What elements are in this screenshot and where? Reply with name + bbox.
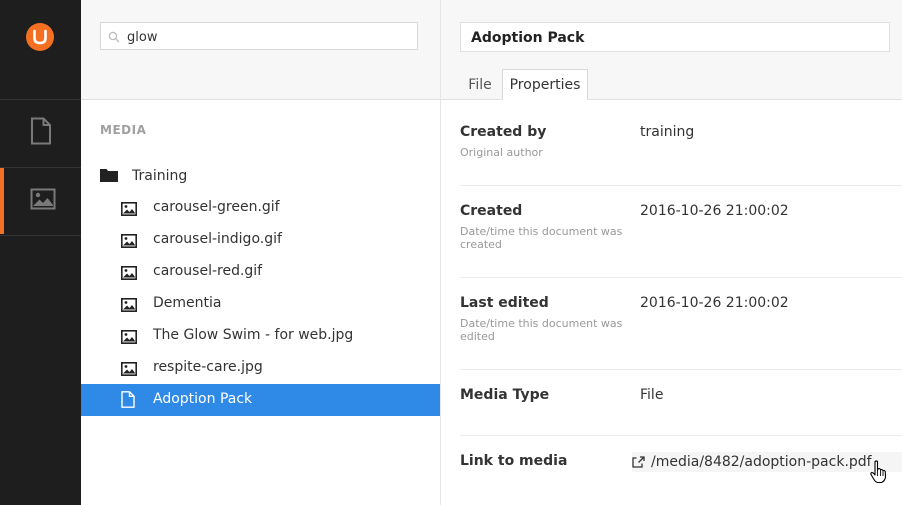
property-label: Created [460, 203, 523, 219]
tree-item[interactable]: carousel-red.gif [81, 256, 440, 288]
property-value: 2016-10-26 21:00:02 [640, 203, 789, 219]
image-icon [121, 297, 137, 316]
name-input[interactable] [469, 27, 873, 49]
media-tree-panel: MEDIA Training carousel-green.gif carouse… [81, 0, 441, 505]
tree-item-label: carousel-indigo.gif [153, 231, 282, 247]
editor-header: File Properties [441, 0, 902, 100]
tree-item[interactable]: Dementia [81, 288, 440, 320]
image-icon [121, 201, 137, 220]
tree-item[interactable]: carousel-indigo.gif [81, 224, 440, 256]
tree-folder-label: Training [132, 168, 188, 184]
tree-section-label: MEDIA [100, 123, 147, 137]
media-link[interactable]: /media/8482/adoption-pack.pdf [632, 452, 902, 472]
rail-divider [0, 235, 81, 236]
tree-item-label: Adoption Pack [153, 391, 253, 407]
media-link-label: /media/8482/adoption-pack.pdf [651, 454, 872, 470]
property-label: Last edited [460, 295, 549, 311]
property-description: Date/time this document was created [460, 225, 623, 251]
umbraco-logo-icon[interactable] [25, 22, 55, 52]
search-icon [108, 31, 120, 43]
property-description: Date/time this document was edited [460, 317, 623, 343]
tree-item[interactable]: Adoption Pack [81, 384, 440, 416]
tree-item-label: The Glow Swim - for web.jpg [153, 327, 354, 343]
property-label: Media Type [460, 387, 550, 403]
tree-item-label: carousel-red.gif [153, 263, 263, 279]
document-icon [30, 117, 52, 149]
section-content[interactable] [0, 100, 81, 166]
property-divider [460, 185, 902, 186]
tree-item[interactable]: The Glow Swim - for web.jpg [81, 320, 440, 352]
search-box[interactable] [100, 22, 418, 50]
tree-item-label: respite-care.jpg [153, 359, 263, 375]
property-value: File [640, 387, 664, 403]
name-field[interactable] [460, 22, 890, 52]
property-value: training [640, 124, 695, 140]
tree-folder-training[interactable]: Training [100, 166, 187, 186]
folder-icon [100, 167, 118, 186]
tree-item-label: carousel-green.gif [153, 199, 280, 215]
editor-panel: File Properties Created by Original auth… [441, 0, 902, 505]
property-label: Link to media [460, 453, 568, 469]
image-icon [121, 361, 137, 380]
property-divider [460, 369, 902, 370]
tree-header [81, 0, 440, 100]
external-link-icon [632, 453, 645, 472]
hand-cursor-icon [869, 460, 889, 488]
tree-item[interactable]: carousel-green.gif [81, 192, 440, 224]
tab-properties[interactable]: Properties [502, 69, 588, 100]
property-description: Original author [460, 146, 543, 159]
image-icon [121, 233, 137, 252]
search-input[interactable] [125, 26, 409, 48]
section-rail [0, 0, 81, 505]
image-icon [30, 188, 56, 214]
section-media[interactable] [0, 168, 81, 234]
property-label: Created by [460, 124, 547, 140]
property-divider [460, 435, 902, 436]
image-icon [121, 329, 137, 348]
tree-item[interactable]: respite-care.jpg [81, 352, 440, 384]
tree-item-label: Dementia [153, 295, 222, 311]
tab-file[interactable]: File [460, 69, 500, 100]
image-icon [121, 265, 137, 284]
document-icon [121, 391, 135, 412]
property-value: 2016-10-26 21:00:02 [640, 295, 789, 311]
property-divider [460, 277, 902, 278]
